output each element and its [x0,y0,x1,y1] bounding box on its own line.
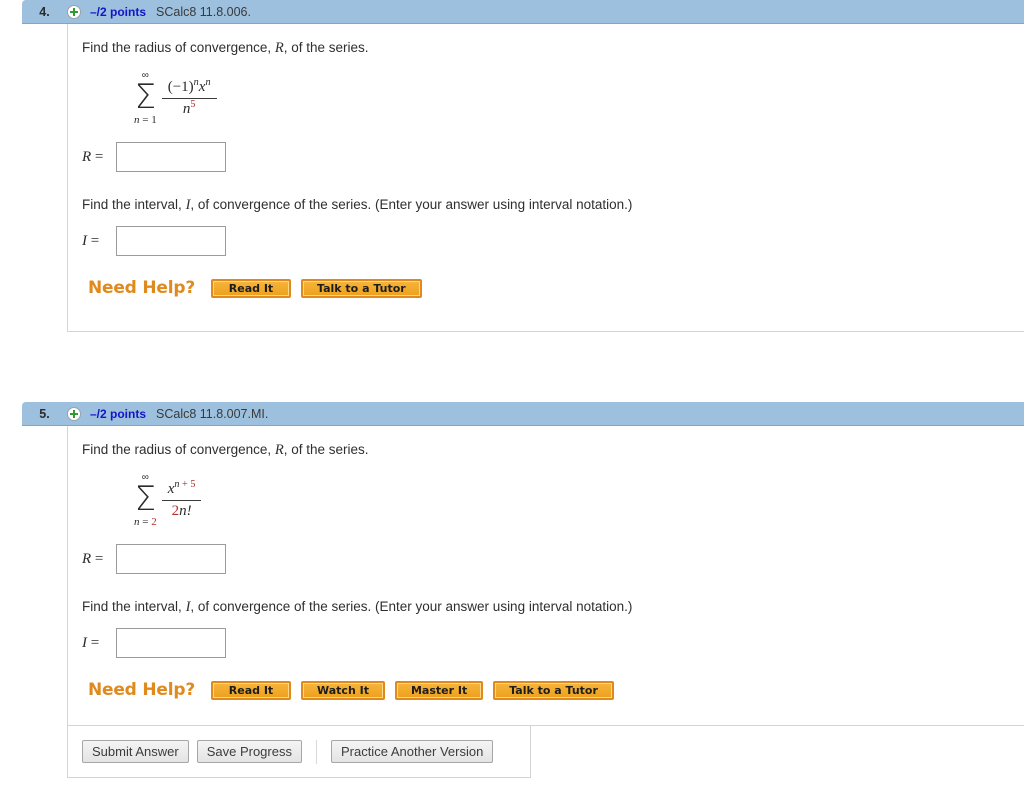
question-points: –/2 points [90,406,147,421]
interval-input[interactable] [116,226,226,256]
interval-label: I = [82,635,116,652]
watch-it-button[interactable]: Watch It [301,680,385,700]
prompt-interval: Find the interval, I, of convergence of … [82,196,1024,214]
prompt-radius-var: R [274,442,284,458]
need-help-label: Need Help? [88,278,195,298]
prompt-radius-post: , of the series. [283,40,369,55]
question-code: SCalc8 11.8.007.MI. [156,406,269,421]
submit-answer-button[interactable]: Submit Answer [82,740,189,763]
series-expression-4: ∞ Σ n = 1 (−1)nxn n5 [134,71,217,126]
radius-label: R = [82,551,116,568]
read-it-button[interactable]: Read It [211,680,291,700]
fraction-denominator: 2n! [166,501,198,520]
question-body-4: Find the radius of convergence, R, of th… [67,24,1024,332]
fraction: (−1)nxn n5 [161,77,217,118]
question-body-5: Find the radius of convergence, R, of th… [67,426,1024,726]
prompt-interval-post: , of convergence of the series. (Enter y… [190,599,633,614]
summation-lower-limit: n = 1 [134,115,157,126]
submit-bar: Submit Answer Save Progress Practice Ano… [67,726,531,778]
summation-lower-limit: n = 2 [134,517,157,528]
series-expression-5: ∞ Σ n = 2 xn + 5 2n! [134,473,202,528]
question-block-5: 5. –/2 points SCalc8 11.8.007.MI. Find t… [0,402,1024,726]
summation-operator: ∞ Σ n = 2 [134,473,157,528]
prompt-interval: Find the interval, I, of convergence of … [82,598,1024,616]
plus-circle-icon[interactable] [67,4,81,19]
prompt-radius-var: R [274,40,284,56]
prompt-interval-pre: Find the interval, [82,197,186,212]
question-header-5: 5. –/2 points SCalc8 11.8.007.MI. [22,402,1024,426]
need-help-row-5: Need Help? Read It Watch It Master It Ta… [88,680,1024,700]
prompt-radius-pre: Find the radius of convergence, [82,442,275,457]
prompt-radius-post: , of the series. [283,442,369,457]
radius-label-eq: = [91,148,104,165]
need-help-row-4: Need Help? Read It Talk to a Tutor [88,278,1024,298]
question-points: –/2 points [90,4,147,19]
radius-label: R = [82,149,116,166]
lower-limit-eq: = [139,516,152,528]
radius-input[interactable] [116,142,226,172]
prompt-radius: Find the radius of convergence, R, of th… [82,39,1024,57]
summation-operator: ∞ Σ n = 1 [134,71,157,126]
radius-label-var: R [82,550,92,567]
radius-answer-row-5: R = [82,544,1024,574]
numerator-exp-plus: + 5 [179,479,196,491]
save-progress-button[interactable]: Save Progress [196,740,302,763]
lower-limit-eq: = [139,114,152,126]
denominator-coefficient: 2 [171,502,180,519]
lower-limit-val: 2 [151,516,157,528]
talk-to-a-tutor-button[interactable]: Talk to a Tutor [301,278,422,298]
lower-limit-val: 1 [151,114,157,126]
prompt-radius: Find the radius of convergence, R, of th… [82,441,1024,459]
radius-input[interactable] [116,544,226,574]
master-it-button[interactable]: Master It [394,680,484,700]
interval-label-eq: = [87,634,100,651]
denominator-rest: n! [179,502,192,519]
radius-label-var: R [82,148,92,165]
radius-answer-row-4: R = [82,142,1024,172]
question-code: SCalc8 11.8.006. [156,4,251,19]
fraction-denominator: n5 [177,99,202,118]
button-separator [315,739,317,764]
need-help-label: Need Help? [88,680,195,700]
fraction-numerator: xn + 5 [162,479,202,499]
denominator-exp: 5 [190,98,196,110]
question-header-4: 4. –/2 points SCalc8 11.8.006. [22,0,1024,24]
interval-label: I = [82,233,116,250]
fraction-numerator: (−1)nxn [162,77,217,97]
numerator-exp2: n [205,77,211,89]
prompt-radius-pre: Find the radius of convergence, [82,40,275,55]
question-block-4: 4. –/2 points SCalc8 11.8.006. Find the … [0,0,1024,332]
radius-label-eq: = [91,550,104,567]
sigma-icon: Σ [134,77,157,117]
talk-to-a-tutor-button[interactable]: Talk to a Tutor [493,680,614,700]
interval-answer-row-4: I = [82,226,1024,256]
plus-circle-icon[interactable] [67,406,81,421]
numerator-base: (−1) [167,79,194,96]
question-number: 4. [39,4,50,19]
practice-another-version-button[interactable]: Practice Another Version [330,740,494,763]
interval-answer-row-5: I = [82,628,1024,658]
interval-input[interactable] [116,628,226,658]
prompt-interval-pre: Find the interval, [82,599,186,614]
fraction: xn + 5 2n! [161,479,202,520]
read-it-button[interactable]: Read It [211,278,291,298]
interval-label-eq: = [87,232,100,249]
sigma-icon: Σ [134,479,157,519]
prompt-interval-post: , of convergence of the series. (Enter y… [190,197,633,212]
question-number: 5. [39,406,50,421]
